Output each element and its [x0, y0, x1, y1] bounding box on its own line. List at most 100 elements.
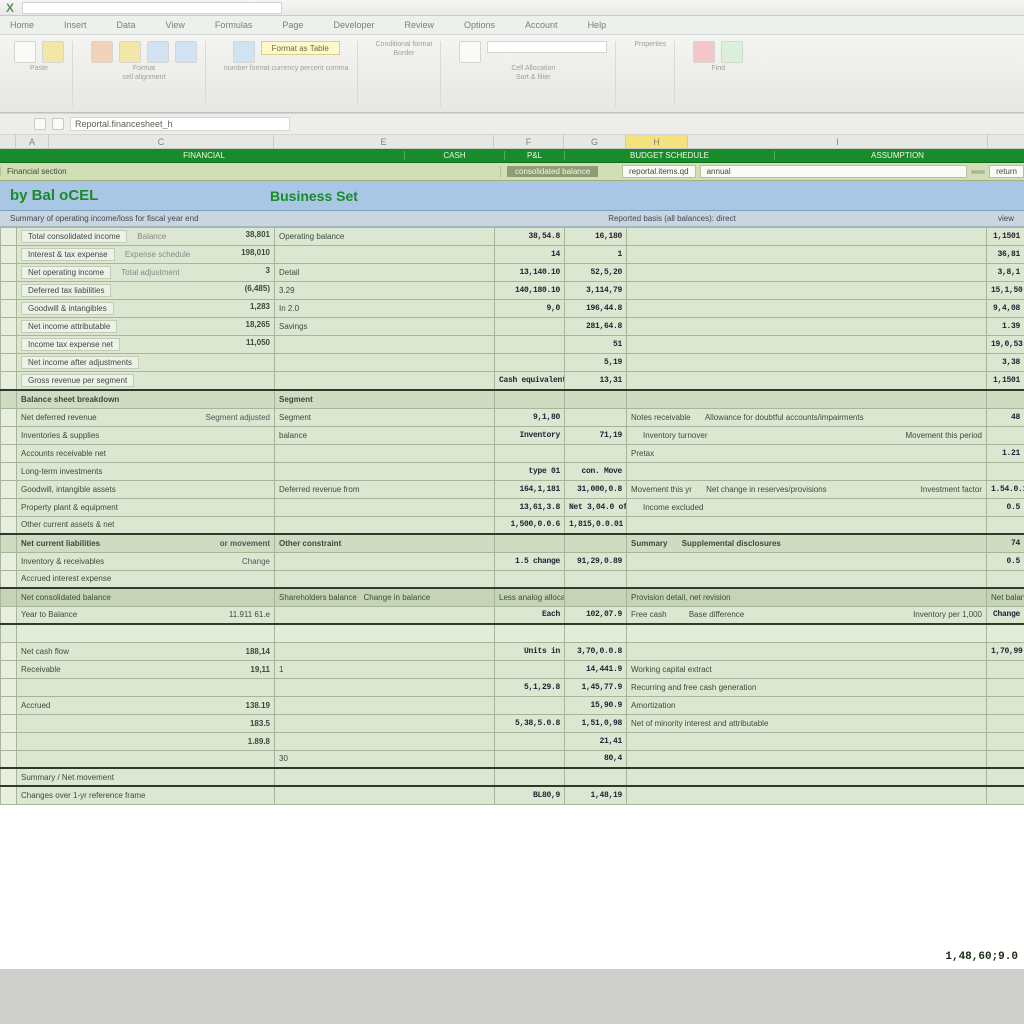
tab-formulas[interactable]: Formulas [215, 20, 253, 30]
cell[interactable] [627, 390, 987, 408]
col-header-g[interactable]: G [564, 135, 626, 148]
cell[interactable] [495, 660, 565, 678]
tab-review[interactable]: Review [404, 20, 434, 30]
merge-icon[interactable] [175, 41, 197, 63]
name-box-input[interactable] [70, 117, 290, 131]
cell[interactable] [987, 768, 1024, 786]
cell[interactable] [495, 336, 565, 354]
cell[interactable] [627, 264, 987, 282]
cell[interactable]: 1.89.8 [17, 732, 275, 750]
cell[interactable] [987, 516, 1024, 534]
cell[interactable]: Recurring and free cash generation [627, 678, 987, 696]
cell[interactable]: 16,180 [565, 228, 627, 246]
cell[interactable]: 1,1501 [987, 228, 1024, 246]
cell[interactable]: 0.5 [987, 552, 1024, 570]
cell[interactable]: Inventory & receivables Change [17, 552, 275, 570]
cell[interactable] [987, 714, 1024, 732]
cell[interactable]: Net 3,04.0 of [565, 498, 627, 516]
olive-chip-selected[interactable]: consolidated balance [507, 166, 598, 177]
cell[interactable] [987, 732, 1024, 750]
tab-insert[interactable]: Insert [64, 20, 87, 30]
cell[interactable] [495, 732, 565, 750]
cell[interactable] [1, 354, 17, 372]
cell[interactable] [627, 228, 987, 246]
cell[interactable] [627, 318, 987, 336]
cell[interactable] [1, 588, 17, 606]
cell[interactable] [627, 336, 987, 354]
cell[interactable]: Other current assets & net [17, 516, 275, 534]
cell[interactable] [495, 318, 565, 336]
namebox-dropdown-icon[interactable] [34, 118, 46, 130]
select-all-corner[interactable] [0, 135, 16, 148]
cell[interactable]: Cash equivalents [495, 372, 565, 391]
cell[interactable]: Summary / Net movement [17, 768, 275, 786]
fx-icon[interactable] [52, 118, 64, 130]
cell[interactable]: Detail [275, 264, 495, 282]
cell[interactable]: 74 [987, 534, 1024, 552]
cell[interactable] [627, 570, 987, 588]
cell[interactable]: Inventory [495, 426, 565, 444]
cell[interactable] [627, 624, 987, 642]
cell[interactable]: Net income after adjustments [17, 354, 275, 372]
cell[interactable] [987, 570, 1024, 588]
cell[interactable]: Total consolidated income 38,801 Balance [17, 228, 275, 246]
col-header-i[interactable]: I [688, 135, 988, 148]
cell[interactable] [275, 714, 495, 732]
cell[interactable]: Goodwill, intangible assets [17, 480, 275, 498]
cell[interactable]: Free cash Base difference Inventory per … [627, 606, 987, 624]
cell[interactable]: 1,70,99.9 [987, 642, 1024, 660]
sheet-area[interactable]: FINANCIAL CASH P&L BUDGET SCHEDULE ASSUM… [0, 149, 1024, 969]
cell[interactable] [275, 642, 495, 660]
cell[interactable] [495, 624, 565, 642]
cell[interactable] [1, 282, 17, 300]
cell[interactable] [495, 534, 565, 552]
cell[interactable]: 36,81 [987, 246, 1024, 264]
cell[interactable] [1, 444, 17, 462]
cell[interactable]: Inventories & supplies [17, 426, 275, 444]
cell[interactable] [627, 768, 987, 786]
cell[interactable]: Inventory turnover Movement this period [627, 426, 987, 444]
cell[interactable] [627, 246, 987, 264]
cell[interactable]: 1 [565, 246, 627, 264]
cell[interactable]: 3,8,1 [987, 264, 1024, 282]
cell[interactable] [627, 462, 987, 480]
insert-icon[interactable] [459, 41, 481, 63]
replace-icon[interactable] [721, 41, 743, 63]
mini-tab[interactable]: reportal.items.qd [622, 165, 696, 178]
cell[interactable]: 38,54.8 [495, 228, 565, 246]
cell[interactable]: 71,19 [565, 426, 627, 444]
cell[interactable] [627, 372, 987, 391]
cell[interactable] [495, 696, 565, 714]
cell[interactable]: 5,1,29.8 [495, 678, 565, 696]
copy-icon[interactable] [42, 41, 64, 63]
cell[interactable]: con. Move [565, 462, 627, 480]
tab-data[interactable]: Data [117, 20, 136, 30]
grid[interactable]: Total consolidated income 38,801 Balance… [0, 227, 1024, 805]
cell[interactable]: Net consolidated balance [17, 588, 275, 606]
cell[interactable]: 1,45,77.9 [565, 678, 627, 696]
cell[interactable]: 1,815,0.0.01 [565, 516, 627, 534]
cell[interactable] [1, 390, 17, 408]
styles-icon[interactable] [233, 41, 255, 63]
cell[interactable]: Long-term investments [17, 462, 275, 480]
cell[interactable] [275, 444, 495, 462]
cell[interactable] [275, 678, 495, 696]
cell[interactable]: 19,0,53 [987, 336, 1024, 354]
cell[interactable]: Goodwill & intangibles 1,283 [17, 300, 275, 318]
cell[interactable]: Year to Balance 11.911 61.e [17, 606, 275, 624]
title-search-input[interactable] [22, 2, 282, 14]
cell[interactable]: 13,140.10 [495, 264, 565, 282]
cell[interactable] [1, 570, 17, 588]
cell[interactable] [495, 444, 565, 462]
cell[interactable] [275, 696, 495, 714]
cell[interactable]: Receivable 19,11 [17, 660, 275, 678]
cell[interactable] [275, 732, 495, 750]
cell[interactable]: 1.54.0.1 [987, 480, 1024, 498]
tab-account[interactable]: Account [525, 20, 558, 30]
mini-tab[interactable]: return [989, 165, 1024, 178]
tab-view[interactable]: View [166, 20, 185, 30]
col-header-h-selected[interactable]: H [626, 135, 688, 148]
cell[interactable]: Net current liabilities or movement [17, 534, 275, 552]
cell[interactable] [627, 642, 987, 660]
font-color-icon[interactable] [91, 41, 113, 63]
